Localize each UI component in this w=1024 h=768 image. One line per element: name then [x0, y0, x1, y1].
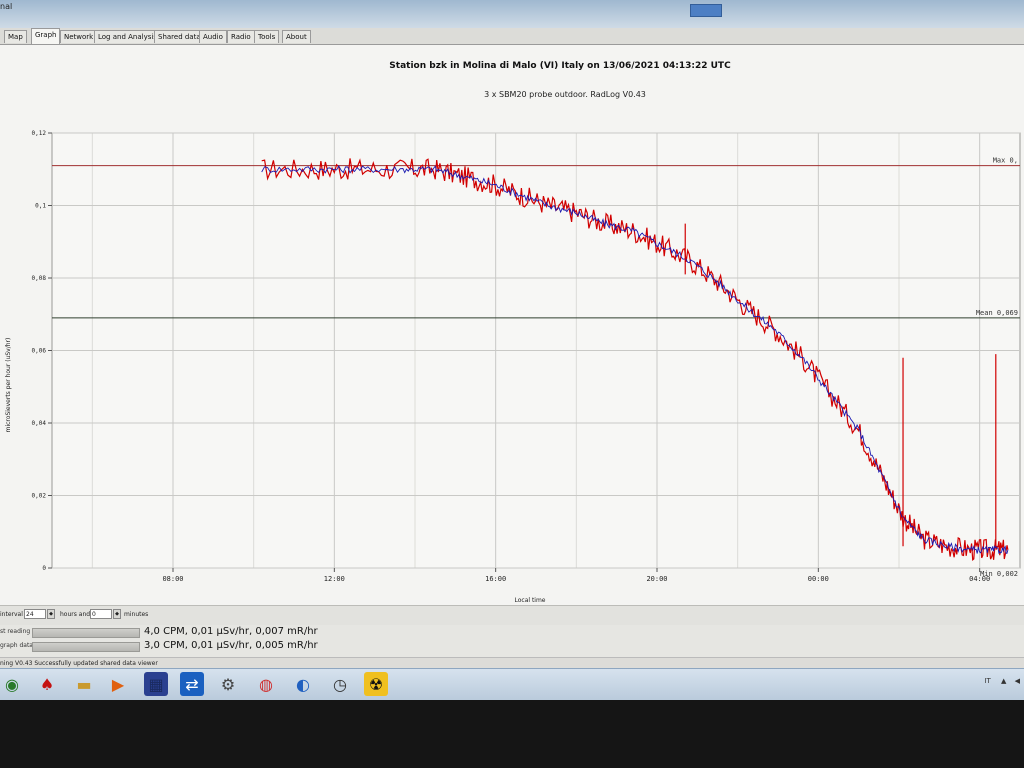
x-tick-label: 20:00: [646, 575, 667, 583]
tab-bar: Map Graph Network Log and Analysis Share…: [0, 28, 1024, 45]
x-tick-label: 04:00: [969, 575, 990, 583]
last-reading-label: st reading: [0, 628, 31, 635]
titlebar-tab-button[interactable]: [690, 4, 722, 17]
last-reading-value: 4,0 CPM, 0,01 µSv/hr, 0,007 mR/hr: [144, 626, 318, 637]
x-tick-label: 08:00: [162, 575, 183, 583]
status-text: ning V0.43 Successfully updated shared d…: [0, 660, 158, 667]
settings-icon[interactable]: ⚙: [216, 672, 240, 696]
language-indicator[interactable]: IT: [984, 677, 990, 685]
last-reading-bar: [32, 628, 140, 638]
media-player-icon[interactable]: ▶: [106, 672, 130, 696]
y-tick-label: 0,1: [35, 203, 46, 210]
system-tray[interactable]: IT ▲ ◀: [984, 677, 1020, 685]
window-titlebar: nal: [0, 0, 1024, 28]
graph-data-value: 3,0 CPM, 0,01 µSv/hr, 0,005 mR/hr: [144, 640, 318, 651]
tab-log-and-analysis[interactable]: Log and Analysis: [94, 30, 161, 43]
screen: nal Map Graph Network Log and Analysis S…: [0, 0, 1024, 700]
hours-and-label: hours and: [60, 611, 91, 618]
graph-data-label: graph data: [0, 642, 33, 649]
x-tick-label: 16:00: [485, 575, 506, 583]
browser-icon[interactable]: ◐: [291, 672, 315, 696]
network-tray-icon[interactable]: ▲: [1001, 677, 1006, 685]
graph-panel: Station bzk in Molina di Malo (VI) Italy…: [0, 45, 1024, 605]
volume-tray-icon[interactable]: ◀: [1015, 677, 1020, 685]
x-tick-label: 00:00: [808, 575, 829, 583]
y-tick-label: 0: [42, 565, 46, 572]
graph-data-bar: [32, 642, 140, 652]
radiation-chart: Station bzk in Molina di Malo (VI) Italy…: [5, 61, 1021, 604]
y-tick-label: 0,12: [32, 130, 47, 137]
taskbar: ◉ ♠ ▬ ▶ ▦ ⇄ ⚙ ◍ ◐ ◷ ☢ IT ▲ ◀: [0, 668, 1024, 700]
x-tick-label: 12:00: [324, 575, 345, 583]
tab-shared-data[interactable]: Shared data: [154, 30, 205, 43]
y-tick-label: 0,04: [32, 420, 47, 427]
interval-controls: interval 24 ◆ hours and 0 ◆ minutes: [0, 605, 1024, 626]
start-icon[interactable]: ◉: [0, 672, 24, 696]
chrome-icon[interactable]: ◍: [254, 672, 278, 696]
tab-audio[interactable]: Audio: [199, 30, 227, 43]
y-tick-label: 0,06: [32, 348, 47, 355]
readings-panel: st reading 4,0 CPM, 0,01 µSv/hr, 0,007 m…: [0, 625, 1024, 657]
folder-icon[interactable]: ▬: [72, 672, 96, 696]
tab-tools[interactable]: Tools: [254, 30, 280, 43]
tab-map[interactable]: Map: [4, 30, 27, 43]
network-icon[interactable]: ▦: [144, 672, 168, 696]
minutes-label: minutes: [124, 611, 149, 618]
chart-subtitle: 3 x SBM20 probe outdoor. RadLog V0.43: [484, 90, 646, 99]
interval-minutes-input[interactable]: 0: [90, 609, 112, 619]
interval-label: interval: [0, 611, 23, 618]
reference-line-label: Max 0,: [993, 157, 1018, 165]
y-axis-label: microSieverts per hour (uSv/hr): [5, 338, 12, 433]
y-tick-label: 0,08: [32, 275, 47, 282]
clock-app-icon[interactable]: ◷: [328, 672, 352, 696]
sync-icon[interactable]: ⇄: [180, 672, 204, 696]
acrobat-icon[interactable]: ♠: [35, 672, 59, 696]
radiation-icon[interactable]: ☢: [364, 672, 388, 696]
tab-graph[interactable]: Graph: [31, 28, 61, 44]
hours-spinner-icon[interactable]: ◆: [47, 609, 55, 619]
tab-radio[interactable]: Radio: [227, 30, 255, 43]
reference-line-label: Mean 0,069: [976, 309, 1018, 317]
tab-network[interactable]: Network: [60, 30, 98, 43]
minutes-spinner-icon[interactable]: ◆: [113, 609, 121, 619]
chart-title: Station bzk in Molina di Malo (VI) Italy…: [389, 61, 731, 71]
interval-hours-input[interactable]: 24: [24, 609, 46, 619]
x-axis-label: Local time: [514, 597, 545, 604]
y-tick-label: 0,02: [32, 493, 47, 500]
tab-about[interactable]: About: [282, 30, 311, 43]
window-title: nal: [0, 2, 13, 11]
